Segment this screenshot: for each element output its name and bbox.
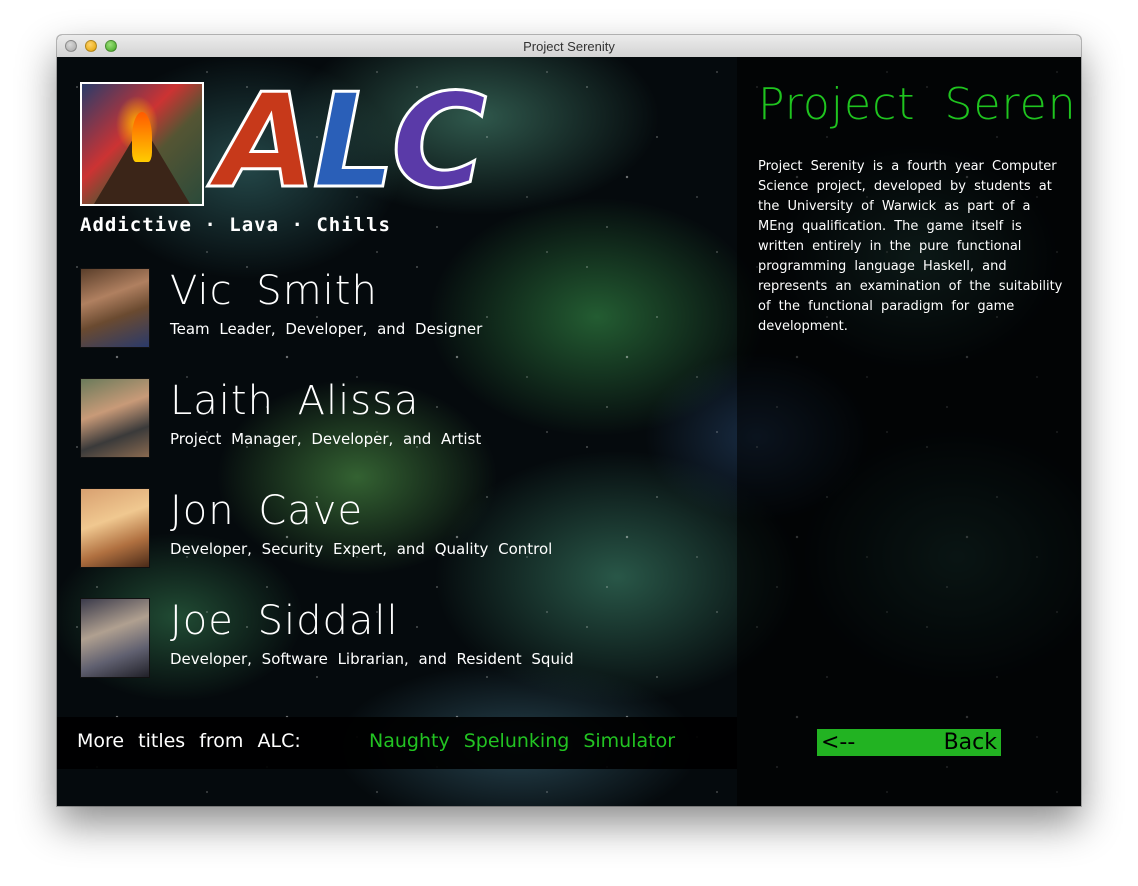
app-window: Project Serenity ALC Addictive · Lava · … [57,35,1081,806]
member-role: Project Manager, Developer, and Artist [170,430,482,448]
info-panel: Project Serenity Project Serenity is a f… [737,57,1081,806]
team-member-jon: Jon Cave Developer, Security Expert, and… [80,488,700,568]
logo-tagline: Addictive · Lava · Chills [80,214,391,236]
alc-logo: ALC Addictive · Lava · Chills [80,73,488,240]
member-role: Developer, Security Expert, and Quality … [170,540,553,558]
zoom-window-button[interactable] [105,40,117,52]
more-titles-label: More titles from ALC: [77,730,301,752]
team-member-joe: Joe Siddall Developer, Software Libraria… [80,598,700,678]
logo-letter-l: L [311,65,397,217]
more-titles-bar: More titles from ALC: Naughty Spelunking… [57,717,737,769]
member-name: Laith Alissa [170,378,420,424]
game-screen: ALC Addictive · Lava · Chills Vic Smith … [57,57,1081,806]
back-button[interactable]: <-- Back [817,729,1001,756]
back-button-label: Back [943,730,997,755]
more-titles-link[interactable]: Naughty Spelunking Simulator [369,730,675,752]
panel-description: Project Serenity is a fourth year Comput… [758,159,1063,334]
team-member-laith: Laith Alissa Project Manager, Developer,… [80,378,700,458]
member-name: Jon Cave [170,488,364,534]
avatar [80,268,150,348]
back-arrow-icon: <-- [821,730,856,755]
avatar [80,488,150,568]
logo-letter-a: A [215,65,319,217]
volcano-logo-icon [80,82,204,206]
member-role: Team Leader, Developer, and Designer [170,320,483,338]
title-bar: Project Serenity [57,35,1081,58]
team-member-vic: Vic Smith Team Leader, Developer, and De… [80,268,700,348]
member-name: Joe Siddall [170,598,399,644]
minimize-window-button[interactable] [85,40,97,52]
panel-title: Project Serenity [758,79,1081,130]
window-controls [65,40,117,52]
avatar [80,598,150,678]
window-title: Project Serenity [523,39,615,54]
member-name: Vic Smith [170,268,378,314]
logo-letter-c: C [390,65,488,217]
member-role: Developer, Software Librarian, and Resid… [170,650,574,668]
avatar [80,378,150,458]
close-window-button[interactable] [65,40,77,52]
logo-letters: ALC [215,73,489,210]
